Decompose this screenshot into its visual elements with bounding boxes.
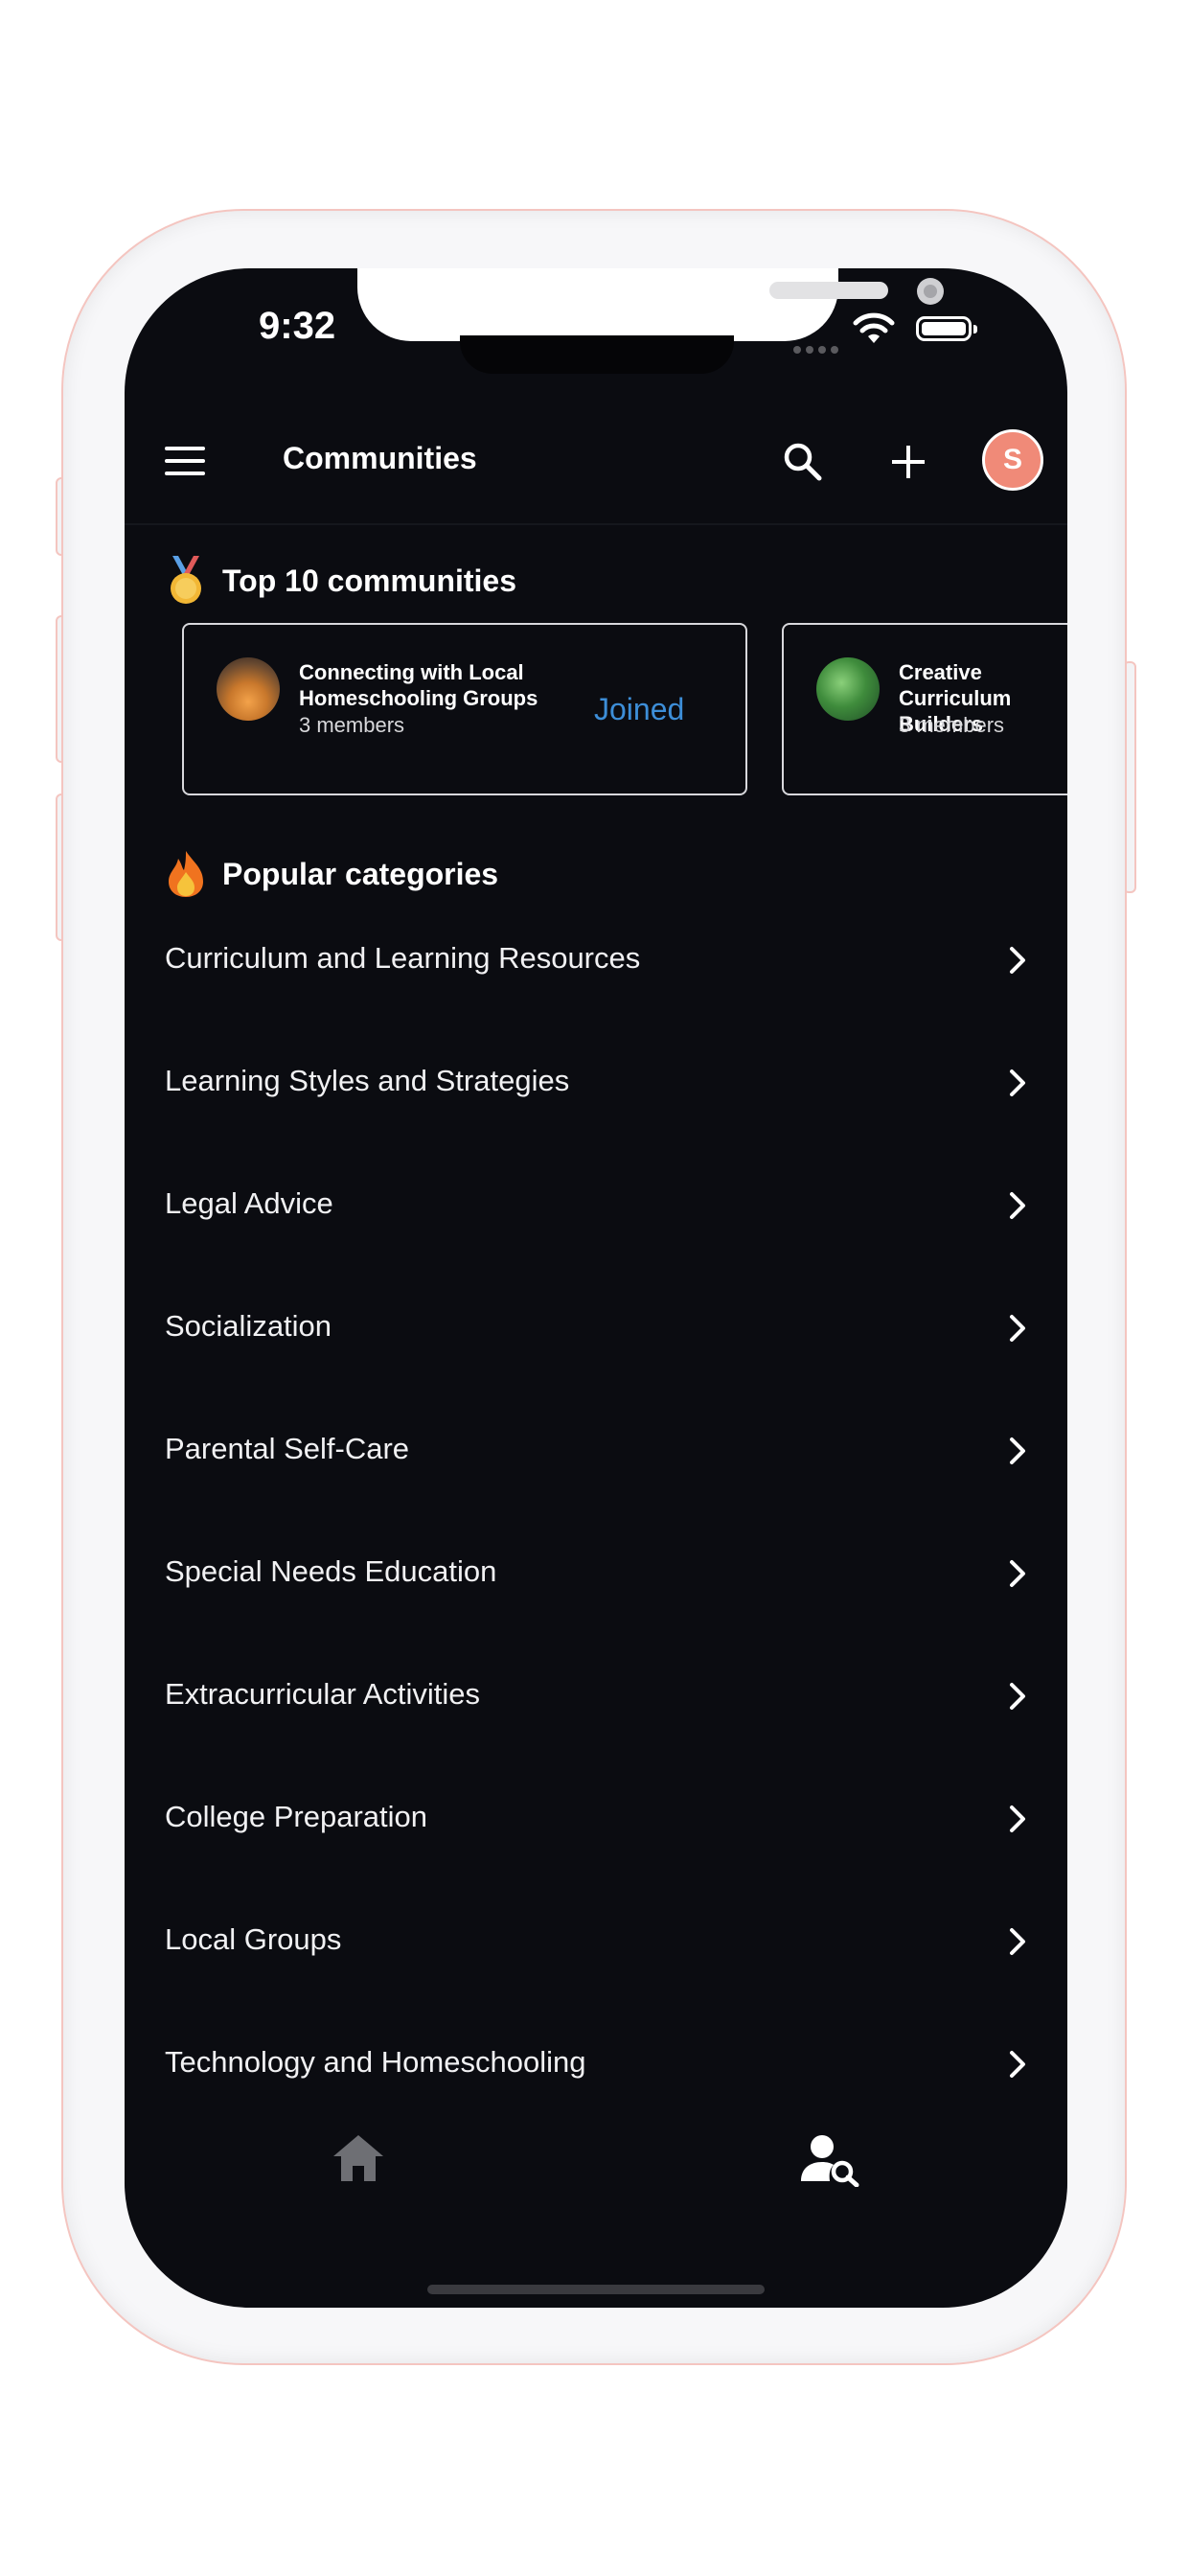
- category-label: College Preparation: [165, 1800, 428, 1833]
- category-label: Extracurricular Activities: [165, 1677, 481, 1711]
- chevron-right-icon: [1006, 1926, 1029, 1957]
- category-item[interactable]: Legal Advice: [125, 1186, 1067, 1309]
- category-label: Local Groups: [165, 1922, 342, 1956]
- category-label: Socialization: [165, 1309, 332, 1343]
- camera: [917, 278, 944, 305]
- category-label: Parental Self-Care: [165, 1432, 410, 1465]
- top-communities-title: Top 10 communities: [222, 563, 517, 598]
- cellular-signal-icon: [793, 341, 843, 358]
- community-members: 3 members: [899, 713, 1005, 737]
- category-label: Curriculum and Learning Resources: [165, 941, 641, 975]
- community-name: Connecting with Local Homeschooling Grou…: [299, 660, 538, 710]
- profile-search-icon[interactable]: [801, 2133, 860, 2188]
- chevron-right-icon: [1006, 1068, 1029, 1098]
- chevron-right-icon: [1006, 1313, 1029, 1344]
- search-icon[interactable]: [782, 441, 824, 483]
- category-item[interactable]: Extracurricular Activities: [125, 1677, 1067, 1800]
- category-label: Learning Styles and Strategies: [165, 1064, 570, 1097]
- chevron-right-icon: [1006, 1436, 1029, 1466]
- speaker: [769, 282, 888, 299]
- joined-button[interactable]: Joined: [594, 692, 684, 727]
- category-item[interactable]: Learning Styles and Strategies: [125, 1064, 1067, 1186]
- fire-icon: [165, 849, 207, 899]
- top-communities-header: Top 10 communities: [165, 556, 516, 606]
- category-item[interactable]: Parental Self-Care: [125, 1432, 1067, 1554]
- page-title: Communities: [283, 441, 477, 475]
- community-thumbnail: [816, 657, 880, 721]
- avatar[interactable]: S: [982, 429, 1043, 491]
- notch-shadow: [460, 335, 734, 374]
- status-time: 9:32: [259, 305, 336, 347]
- category-item[interactable]: Socialization: [125, 1309, 1067, 1432]
- menu-icon[interactable]: [165, 447, 205, 477]
- category-item[interactable]: College Preparation: [125, 1800, 1067, 1922]
- popular-categories-title: Popular categories: [222, 856, 499, 891]
- category-item[interactable]: Technology and Homeschooling: [125, 2045, 1067, 2168]
- community-card[interactable]: Creative Curriculum Builders 3 members: [782, 623, 1067, 795]
- category-item[interactable]: Special Needs Education: [125, 1554, 1067, 1677]
- screen: 9:32 Communities S Top 10 communities Co…: [125, 268, 1067, 2308]
- category-label: Special Needs Education: [165, 1554, 497, 1588]
- category-label: Technology and Homeschooling: [165, 2045, 586, 2079]
- chevron-right-icon: [1006, 1681, 1029, 1712]
- category-label: Legal Advice: [165, 1186, 333, 1220]
- app-bar-divider: [125, 523, 1067, 525]
- chevron-right-icon: [1006, 945, 1029, 976]
- home-indicator[interactable]: [427, 2285, 765, 2294]
- home-icon[interactable]: [332, 2133, 385, 2183]
- community-thumbnail: [217, 657, 280, 721]
- community-card[interactable]: Connecting with Local Homeschooling Grou…: [182, 623, 747, 795]
- category-item[interactable]: Local Groups: [125, 1922, 1067, 2045]
- chevron-right-icon: [1006, 1190, 1029, 1221]
- add-icon[interactable]: [887, 441, 929, 483]
- category-item[interactable]: Curriculum and Learning Resources: [125, 941, 1067, 1064]
- notch: [357, 268, 944, 341]
- medal-icon: [165, 556, 207, 606]
- community-members: 3 members: [299, 713, 405, 737]
- chevron-right-icon: [1006, 2049, 1029, 2080]
- battery-icon: [916, 316, 977, 341]
- popular-categories-header: Popular categories: [165, 849, 498, 899]
- wifi-icon: [853, 310, 895, 350]
- chevron-right-icon: [1006, 1558, 1029, 1589]
- chevron-right-icon: [1006, 1804, 1029, 1834]
